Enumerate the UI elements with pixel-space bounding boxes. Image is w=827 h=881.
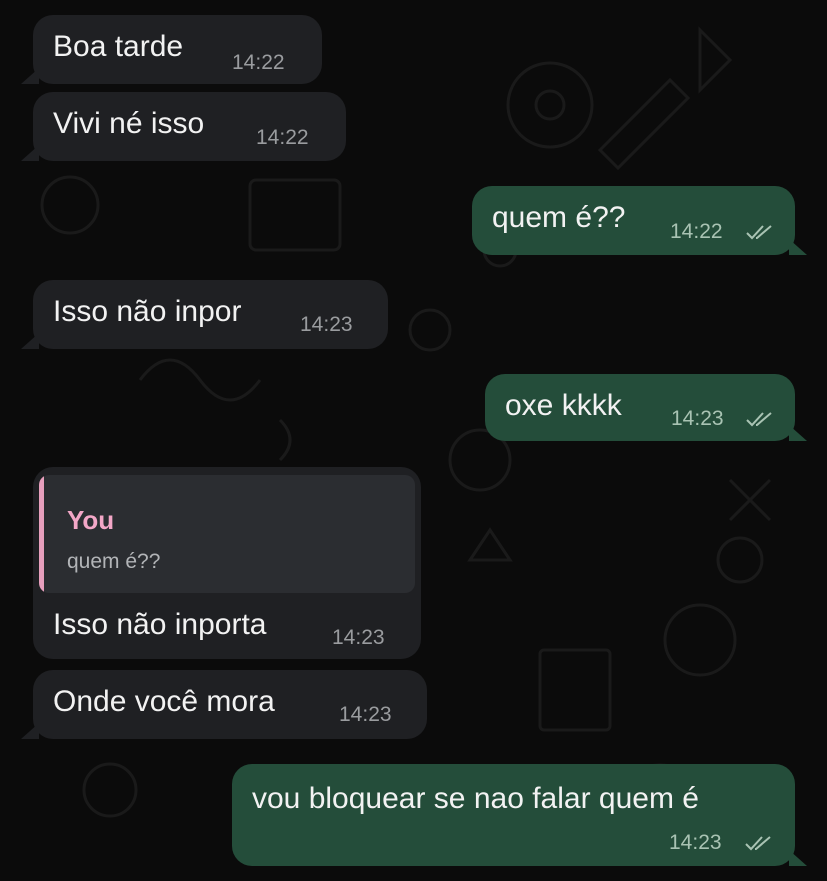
message-text: Vivi né isso	[53, 107, 205, 140]
bubble-tail	[21, 145, 39, 161]
read-double-check-icon	[745, 836, 771, 851]
message-text: Isso não inporta	[53, 608, 267, 641]
message-outgoing[interactable]: quem é?? 14:22	[472, 186, 807, 255]
message-text: Isso não inpor	[53, 295, 242, 328]
message-text: Onde você mora	[53, 685, 275, 718]
message-time: 14:22	[232, 51, 285, 74]
message-time: 14:22	[256, 126, 309, 149]
quote-text: quem é??	[67, 550, 161, 573]
message-text: oxe kkkk	[505, 389, 622, 422]
quote-author: You	[67, 505, 115, 535]
message-time: 14:23	[300, 313, 353, 336]
quoted-message[interactable]: You quem é??	[39, 475, 415, 593]
message-outgoing[interactable]: oxe kkkk 14:23	[485, 374, 807, 441]
message-time: 14:23	[669, 831, 722, 854]
read-double-check-icon	[746, 225, 772, 240]
message-incoming[interactable]: Onde você mora 14:23	[21, 670, 427, 739]
message-incoming[interactable]: Vivi né isso 14:22	[21, 92, 346, 161]
quote-accent-bar	[39, 475, 44, 593]
message-text: quem é??	[492, 201, 626, 234]
message-time: 14:23	[339, 703, 392, 726]
bubble-tail	[789, 425, 807, 441]
bubble-tail	[21, 723, 39, 739]
message-text: vou bloquear se nao falar quem é	[252, 782, 699, 815]
message-time: 14:22	[670, 220, 723, 243]
message-time: 14:23	[671, 407, 724, 430]
read-double-check-icon	[746, 412, 772, 427]
bubble-tail	[789, 850, 807, 866]
message-incoming[interactable]: Isso não inpor 14:23	[21, 280, 388, 349]
message-time: 14:23	[332, 626, 385, 649]
bubble-tail	[21, 68, 39, 84]
bubble-tail	[789, 239, 807, 255]
bubble-tail	[21, 333, 39, 349]
message-outgoing[interactable]: vou bloquear se nao falar quem é 14:23	[232, 764, 807, 866]
message-incoming[interactable]: Boa tarde 14:22	[21, 15, 322, 84]
message-incoming-reply[interactable]: You quem é?? Isso não inporta 14:23	[33, 467, 421, 659]
message-text: Boa tarde	[53, 30, 184, 63]
